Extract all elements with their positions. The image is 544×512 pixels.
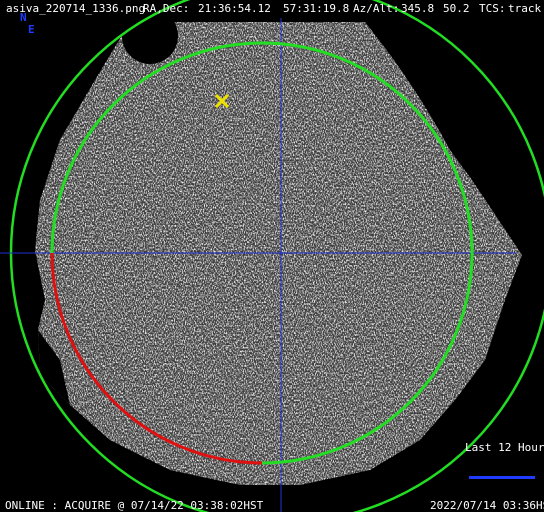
compass-north: N	[20, 11, 27, 24]
legend-line	[469, 476, 535, 479]
compass-east: E	[28, 23, 35, 36]
az-value: 345.8	[401, 2, 435, 15]
allsky-viewer: asiva_220714_1336.png RA,Dec: 21:36:54.1…	[0, 0, 544, 512]
tcs-label: TCS:	[479, 2, 506, 15]
image-filename: asiva_220714_1336.png	[6, 2, 146, 15]
tcs-state: track	[508, 2, 542, 15]
alt-value: 50.2	[443, 2, 470, 15]
allsky-image	[0, 0, 544, 512]
radec-label: RA,Dec:	[143, 2, 190, 15]
azalt-label: Az/Alt:	[353, 2, 400, 15]
ra-value: 21:36:54.12	[198, 2, 271, 15]
legend-label: Last 12 Hours	[465, 441, 544, 454]
dec-value: 57:31:19.8	[283, 2, 350, 15]
footer-datetime: 2022/07/14 03:36HST	[430, 499, 544, 512]
status-line: ONLINE : ACQUIRE @ 07/14/22 03:38:02HST	[5, 499, 264, 512]
